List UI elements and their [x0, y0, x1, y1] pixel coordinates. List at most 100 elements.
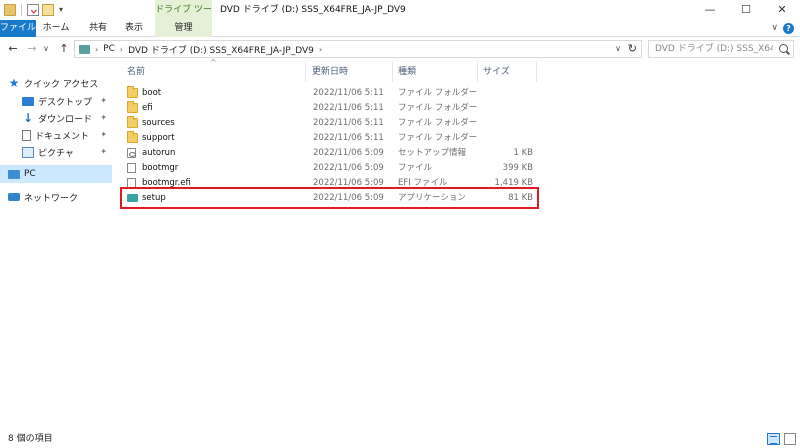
download-icon: ↓ [22, 110, 34, 125]
ribbon-tabs: ファイル ホーム 共有 表示 管理 ∨ ? [0, 20, 800, 37]
file-list: 名前 ^ 更新日時 種類 サイズ boot 2022/11/06 5:11 ファ… [115, 58, 800, 430]
recent-locations-icon[interactable]: ∨ [42, 41, 50, 57]
file-row-autorun[interactable]: autorun 2022/11/06 5:09 セットアップ情報 1 KB [121, 146, 541, 161]
column-header-date[interactable]: 更新日時 [312, 62, 348, 82]
file-type: ファイル フォルダー [398, 88, 478, 98]
pictures-icon [22, 146, 34, 158]
file-name: autorun [142, 148, 176, 158]
network-icon [8, 193, 20, 201]
file-type: ファイル フォルダー [398, 103, 478, 113]
file-row-boot[interactable]: boot 2022/11/06 5:11 ファイル フォルダー [121, 86, 541, 101]
search-input[interactable]: DVD ドライブ (D:) SSS_X64FRE_J... [648, 40, 794, 58]
explorer-window: ▾ ドライブ ツール DVD ドライブ (D:) SSS_X64FRE_JA-J… [0, 0, 800, 448]
forward-button[interactable]: → [25, 41, 39, 57]
search-icon[interactable] [779, 44, 788, 53]
file-type: ファイル [398, 163, 433, 173]
status-bar: 8 個の項目 [0, 430, 800, 448]
address-bar[interactable]: › PC › DVD ドライブ (D:) SSS_X64FRE_JA-JP_DV… [74, 40, 642, 58]
folder-icon[interactable] [4, 4, 16, 16]
file-date: 2022/11/06 5:11 [313, 118, 384, 128]
sidebar-item-desktop[interactable]: デスクトップ ✦ [0, 92, 112, 110]
breadcrumb-dvd-drive[interactable]: DVD ドライブ (D:) SSS_X64FRE_JA-JP_DV9 [128, 43, 314, 56]
file-row-support[interactable]: support 2022/11/06 5:11 ファイル フォルダー [121, 131, 541, 146]
desktop-icon [22, 96, 34, 106]
column-header-name[interactable]: 名前 [127, 62, 145, 82]
column-header-size[interactable]: サイズ [483, 62, 510, 82]
breadcrumb-separator[interactable]: › [95, 45, 98, 54]
file-name: boot [142, 88, 162, 98]
documents-icon [22, 129, 31, 141]
quick-access-toolbar: ▾ [4, 2, 65, 18]
breadcrumb-pc[interactable]: PC [103, 44, 115, 54]
sidebar-item-label: PC [24, 169, 36, 179]
tab-share[interactable]: 共有 [84, 20, 112, 37]
tab-manage[interactable]: 管理 [155, 20, 212, 37]
file-name: bootmgr [142, 163, 179, 173]
ribbon-expand-icon[interactable]: ∨ [771, 20, 778, 37]
sidebar-item-label: クイック アクセス [24, 79, 99, 90]
file-date: 2022/11/06 5:09 [313, 163, 384, 173]
sidebar-item-label: ダウンロード [38, 114, 93, 125]
tab-home[interactable]: ホーム [39, 20, 73, 37]
sort-ascending-icon: ^ [210, 58, 217, 67]
sidebar-item-label: ドキュメント [35, 131, 90, 142]
file-size: 1 KB [513, 148, 533, 158]
folder-icon [127, 116, 138, 128]
pc-icon [8, 169, 20, 179]
refresh-icon[interactable]: ↻ [628, 41, 637, 57]
folder-icon [127, 86, 138, 98]
help-icon[interactable]: ? [783, 23, 794, 34]
customize-toolbar-icon[interactable]: ▾ [57, 4, 65, 16]
drive-tools-context-label: ドライブ ツール [155, 0, 212, 35]
file-row-efi[interactable]: efi 2022/11/06 5:11 ファイル フォルダー [121, 101, 541, 116]
sidebar-item-documents[interactable]: ドキュメント ✦ [0, 126, 112, 144]
file-row-bootmgr[interactable]: bootmgr 2022/11/06 5:09 ファイル 399 KB [121, 161, 541, 176]
tab-file[interactable]: ファイル [0, 20, 36, 37]
file-name: support [142, 133, 175, 143]
back-button[interactable]: ← [6, 41, 20, 57]
column-divider[interactable] [536, 62, 537, 82]
details-view-icon[interactable] [767, 433, 780, 445]
column-divider[interactable] [305, 62, 306, 82]
maximize-button[interactable]: ☐ [728, 0, 764, 20]
file-date: 2022/11/06 5:11 [313, 133, 384, 143]
up-button[interactable]: ↑ [57, 41, 71, 57]
folder-icon [127, 101, 138, 113]
file-name: sources [142, 118, 175, 128]
sidebar-item-network[interactable]: ネットワーク [0, 188, 112, 206]
breadcrumb-separator[interactable]: › [319, 45, 322, 54]
close-button[interactable]: ✕ [764, 0, 800, 20]
file-date: 2022/11/06 5:09 [313, 148, 384, 158]
column-header-type[interactable]: 種類 [398, 62, 416, 82]
sidebar-item-pc[interactable]: PC [0, 165, 112, 183]
file-row-sources[interactable]: sources 2022/11/06 5:11 ファイル フォルダー [121, 116, 541, 131]
tab-view[interactable]: 表示 [120, 20, 148, 37]
properties-icon[interactable] [27, 4, 39, 16]
navigation-pane: ★ クイック アクセス デスクトップ ✦ ↓ ダウンロード ✦ ドキュメント ✦… [0, 62, 112, 430]
setup-highlight-box [120, 187, 539, 209]
file-type: ファイル フォルダー [398, 118, 478, 128]
column-divider[interactable] [392, 62, 393, 82]
breadcrumb-separator[interactable]: › [120, 45, 123, 54]
pin-icon: ✦ [100, 113, 107, 122]
file-size: 399 KB [502, 163, 533, 173]
minimize-button[interactable]: — [692, 0, 728, 20]
pin-icon: ✦ [100, 147, 107, 156]
large-icons-view-icon[interactable] [784, 433, 796, 445]
sidebar-item-label: デスクトップ [38, 97, 93, 108]
new-folder-icon[interactable] [42, 4, 54, 16]
search-placeholder: DVD ドライブ (D:) SSS_X64FRE_J... [655, 44, 773, 54]
sidebar-item-label: ピクチャ [38, 148, 74, 159]
title-bar: ▾ ドライブ ツール DVD ドライブ (D:) SSS_X64FRE_JA-J… [0, 0, 800, 35]
pin-icon: ✦ [100, 96, 107, 105]
window-title: DVD ドライブ (D:) SSS_X64FRE_JA-JP_DV9 [220, 5, 406, 15]
sidebar-item-quick-access[interactable]: ★ クイック アクセス [0, 74, 112, 92]
sidebar-item-label: ネットワーク [24, 193, 79, 204]
dvd-drive-icon [79, 44, 90, 54]
star-icon: ★ [8, 75, 20, 90]
sidebar-item-downloads[interactable]: ↓ ダウンロード ✦ [0, 109, 112, 127]
file-date: 2022/11/06 5:11 [313, 103, 384, 113]
column-divider[interactable] [477, 62, 478, 82]
address-dropdown-icon[interactable]: ∨ [615, 41, 621, 57]
sidebar-item-pictures[interactable]: ピクチャ ✦ [0, 143, 112, 161]
